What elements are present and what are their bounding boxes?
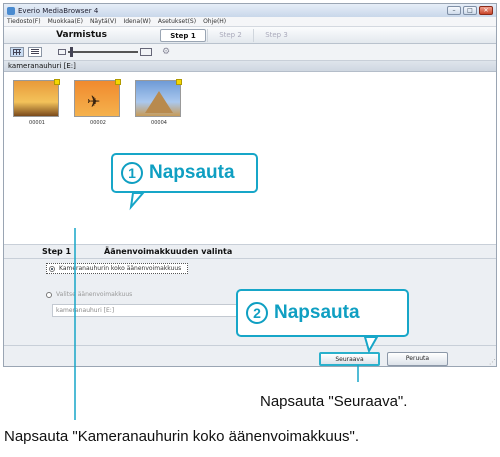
next-instruction: Napsauta "Seuraava". <box>260 393 408 410</box>
callout-1: 1 Napsauta <box>111 153 258 193</box>
callout-2-text: Napsauta <box>274 302 360 323</box>
callout-2-pointer <box>363 336 379 354</box>
callout-1-text: Napsauta <box>149 162 235 183</box>
callout-2-number: 2 <box>246 302 268 324</box>
callout-1-pointer <box>129 192 146 211</box>
callout-2: 2 Napsauta <box>236 289 409 337</box>
option-instruction: Napsauta "Kameranauhurin koko äänenvoima… <box>4 428 360 445</box>
callout-1-number: 1 <box>121 162 143 184</box>
callout-connectors <box>74 192 379 420</box>
